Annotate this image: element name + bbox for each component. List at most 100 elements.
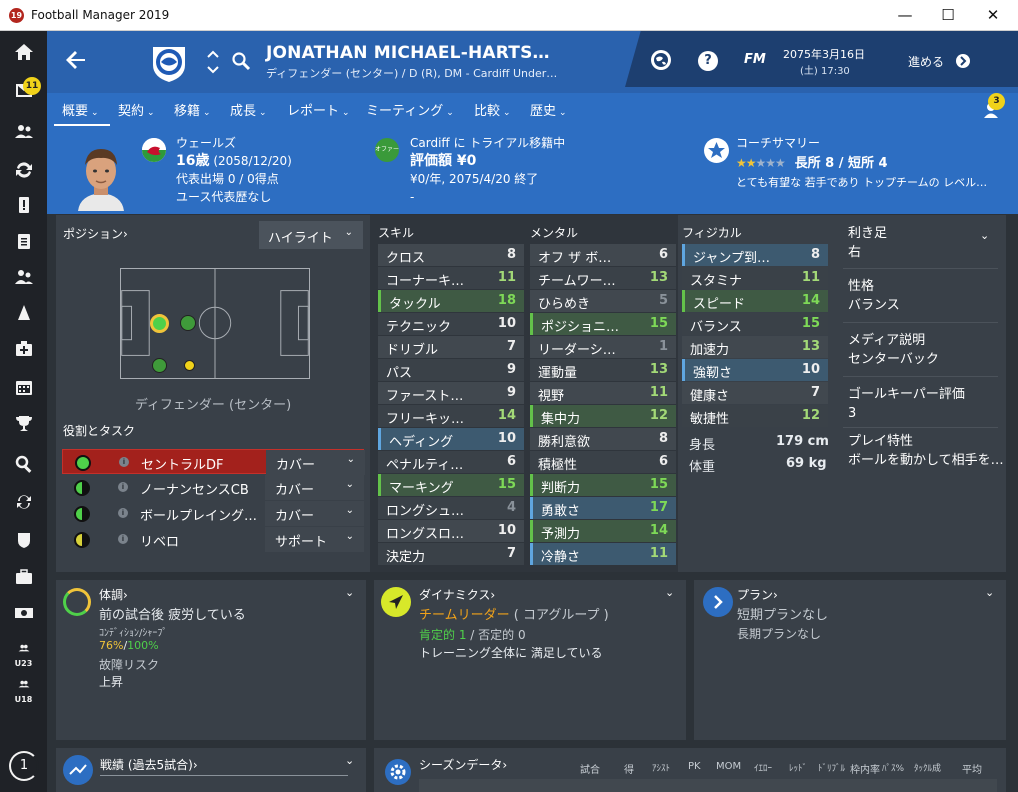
level-indicator[interactable]: 1 [9, 751, 39, 781]
attribute-row[interactable]: オフ ザ ボ… 6 [530, 244, 676, 266]
attribute-row[interactable]: リーダーシ… 1 [530, 336, 676, 358]
dynamics-icon[interactable] [0, 153, 47, 187]
medical-icon[interactable] [0, 332, 47, 366]
attribute-row[interactable]: スタミナ 11 [682, 267, 828, 289]
u18-icon[interactable]: U18 [0, 674, 47, 708]
attribute-row[interactable]: コーナーキ… 11 [378, 267, 524, 289]
finance-icon[interactable] [0, 596, 47, 630]
attribute-row[interactable]: ヘディング 10 [378, 428, 524, 450]
alert-icon[interactable] [0, 188, 47, 222]
technical-title: スキル [378, 226, 415, 240]
staff-icon[interactable] [0, 260, 47, 294]
briefcase-icon[interactable] [0, 560, 47, 594]
season-title[interactable]: シーズンデータ› [419, 756, 507, 773]
attribute-row[interactable]: 敏捷性 12 [682, 405, 828, 427]
club-crest-icon[interactable] [149, 41, 189, 83]
tab-overview[interactable]: 概要 ⌄ [62, 100, 99, 119]
attribute-row[interactable]: ロングスロ… 10 [378, 520, 524, 542]
transfer-icon[interactable] [0, 485, 47, 519]
attribute-row[interactable]: ペナルティ… 6 [378, 451, 524, 473]
info-icon[interactable]: i [118, 482, 128, 492]
role-row[interactable]: i リベロ サポート ⌄ [62, 527, 364, 552]
form-title[interactable]: 戦績 (過去5試合)› [100, 756, 198, 773]
attribute-row[interactable]: パス 9 [378, 359, 524, 381]
info-icon[interactable]: i [118, 508, 128, 518]
fm-menu-button[interactable]: FM [744, 52, 766, 67]
search-icon[interactable] [0, 447, 47, 481]
dynamics-title[interactable]: ダイナミクス› [419, 586, 495, 603]
attribute-row[interactable]: ジャンプ到… 8 [682, 244, 828, 266]
chevron-down-icon[interactable]: ⌄ [345, 754, 354, 767]
attribute-row[interactable]: 強靭さ 10 [682, 359, 828, 381]
attribute-row[interactable]: 決定力 7 [378, 543, 524, 565]
u23-icon[interactable]: U23 [0, 638, 47, 672]
tab-contract[interactable]: 契約 ⌄ [118, 100, 155, 119]
tab-development[interactable]: 成長 ⌄ [230, 100, 267, 119]
attribute-row[interactable]: 運動量 13 [530, 359, 676, 381]
attribute-row[interactable]: クロス 8 [378, 244, 524, 266]
attribute-row[interactable]: 予測力 14 [530, 520, 676, 542]
home-icon[interactable] [0, 35, 47, 69]
info-icon[interactable]: i [119, 457, 129, 467]
attribute-row[interactable]: ロングシュ… 4 [378, 497, 524, 519]
search-icon[interactable] [231, 51, 251, 71]
attribute-row[interactable]: ドリブル 7 [378, 336, 524, 358]
attribute-row[interactable]: 加速力 13 [682, 336, 828, 358]
role-duty-dropdown[interactable]: カバー ⌄ [266, 450, 365, 475]
role-duty-dropdown[interactable]: カバー ⌄ [265, 501, 364, 526]
tab-reports[interactable]: レポート ⌄ [287, 100, 350, 119]
trophy-icon[interactable] [0, 407, 47, 441]
squad-icon[interactable] [0, 115, 47, 149]
attribute-row[interactable]: 冷静さ 11 [530, 543, 676, 565]
player-switch-icon[interactable] [206, 49, 220, 75]
chevron-down-icon[interactable]: ⌄ [345, 586, 354, 599]
help-icon[interactable]: ? [698, 51, 718, 71]
club-icon[interactable] [0, 523, 47, 557]
attribute-row[interactable]: フリーキッ… 14 [378, 405, 524, 427]
season-row[interactable] [419, 779, 997, 792]
role-row[interactable]: i ボールプレイング… カバー ⌄ [62, 501, 364, 526]
chevron-down-icon[interactable]: ⌄ [980, 229, 989, 242]
chevron-down-icon[interactable]: ⌄ [985, 586, 994, 599]
attribute-row[interactable]: マーキング 15 [378, 474, 524, 496]
attribute-row[interactable]: ひらめき 5 [530, 290, 676, 312]
attribute-row[interactable]: バランス 15 [682, 313, 828, 335]
tab-transfer[interactable]: 移籍 ⌄ [174, 100, 211, 119]
attribute-row[interactable]: ポジショニ… 15 [530, 313, 676, 335]
chevron-down-icon[interactable]: ⌄ [665, 586, 674, 599]
attribute-row[interactable]: 積極性 6 [530, 451, 676, 473]
plans-title[interactable]: プラン› [737, 586, 778, 603]
attribute-row[interactable]: スピード 14 [682, 290, 828, 312]
attribute-row[interactable]: 視野 11 [530, 382, 676, 404]
tab-compare[interactable]: 比較 ⌄ [474, 100, 511, 119]
role-duty-dropdown[interactable]: サポート ⌄ [265, 527, 364, 552]
attribute-row[interactable]: 勇敢さ 17 [530, 497, 676, 519]
role-duty-dropdown[interactable]: カバー ⌄ [265, 475, 364, 500]
tab-history[interactable]: 歴史 ⌄ [530, 100, 567, 119]
highlight-dropdown[interactable]: ハイライト ⌄ [259, 221, 363, 249]
attribute-row[interactable]: 判断力 15 [530, 474, 676, 496]
attribute-row[interactable]: チームワー… 13 [530, 267, 676, 289]
continue-button[interactable]: 進める [908, 53, 944, 70]
close-button[interactable]: ✕ [970, 0, 1016, 31]
training-icon[interactable] [0, 296, 47, 330]
world-icon[interactable] [651, 50, 671, 70]
tab-meetings[interactable]: ミーティング ⌄ [366, 100, 454, 119]
calendar-icon[interactable] [0, 370, 47, 404]
back-arrow-icon[interactable] [65, 49, 87, 71]
attribute-row[interactable]: ファースト… 9 [378, 382, 524, 404]
info-icon[interactable]: i [118, 534, 128, 544]
attribute-row[interactable]: 集中力 12 [530, 405, 676, 427]
position-title[interactable]: ポジション› [63, 225, 128, 242]
attribute-row[interactable]: 健康さ 7 [682, 382, 828, 404]
attribute-row[interactable]: 勝利意欲 8 [530, 428, 676, 450]
attribute-row[interactable]: テクニック 10 [378, 313, 524, 335]
condition-title[interactable]: 体調› [99, 586, 128, 603]
continue-arrow-icon[interactable] [956, 54, 970, 68]
role-row[interactable]: i ノーナンセンスCB カバー ⌄ [62, 475, 364, 500]
clipboard-icon[interactable] [0, 224, 47, 258]
maximize-button[interactable]: ☐ [925, 0, 971, 31]
minimize-button[interactable]: — [882, 0, 928, 31]
attribute-row[interactable]: タックル 18 [378, 290, 524, 312]
role-row[interactable]: i セントラルDF カバー ⌄ [62, 449, 365, 475]
